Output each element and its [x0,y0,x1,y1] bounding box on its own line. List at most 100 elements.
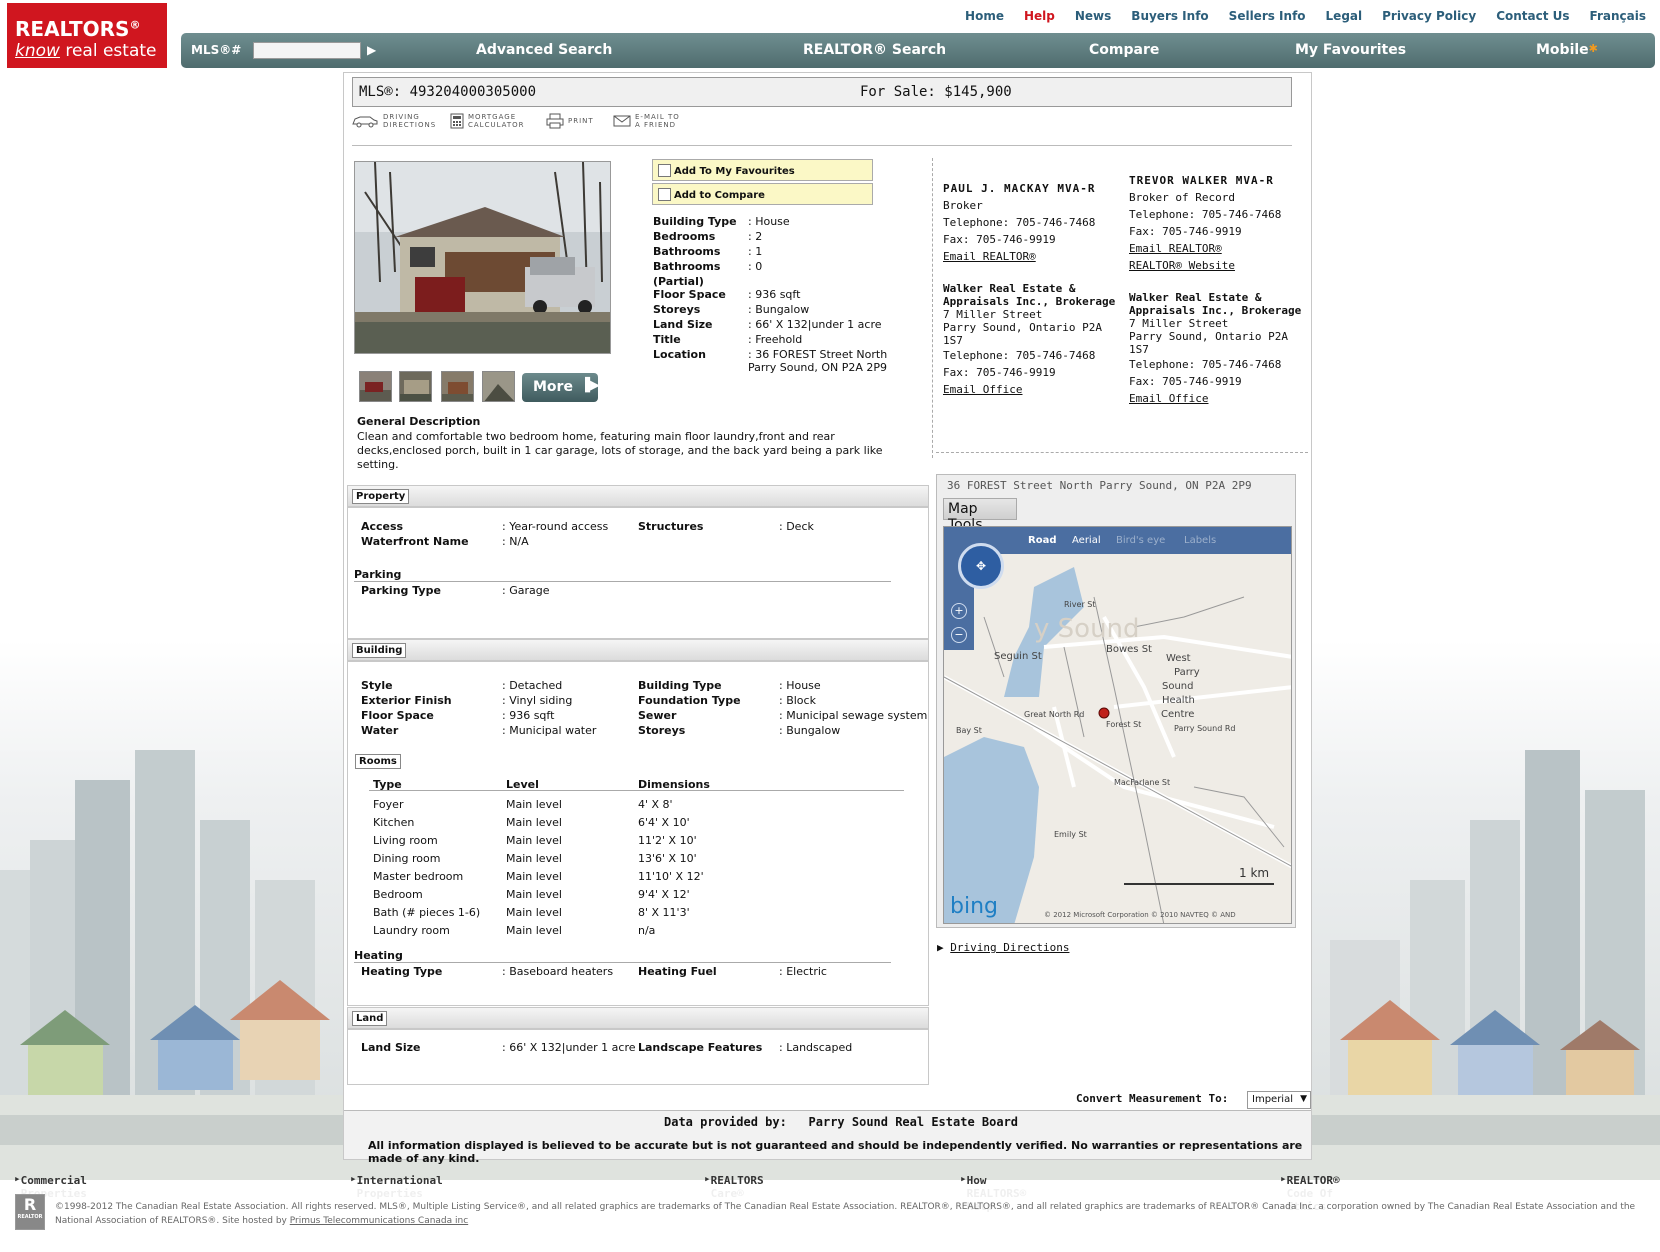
email-office-link[interactable]: Email Office [1129,392,1208,405]
building-key: Sewer [638,709,677,722]
nav-privacy-policy-link[interactable]: Privacy Policy [1382,9,1476,23]
footer-link[interactable]: ▸ International Properties [350,1172,443,1200]
main-navigation-bar: MLS®# ▶ Advanced Search REALTOR® Search … [181,33,1655,68]
realtors-logo[interactable]: REALTORS® know real estate [7,3,167,68]
photo-thumbnail[interactable] [441,371,474,402]
nav-help-link[interactable]: Help [1024,9,1055,23]
map-mode-road[interactable]: Road [1028,535,1056,546]
map-canvas[interactable]: y Sound Seguin St Bowes St West Parry So… [943,526,1292,924]
driving-directions-tool[interactable]: DRIVING DIRECTIONS [351,113,436,129]
zoom-out-icon[interactable]: − [951,627,967,643]
footer-link[interactable]: ▸ Commercial Properties [14,1172,87,1200]
favourites-checkbox[interactable] [658,164,671,177]
property-key: Waterfront Name [361,535,469,548]
tool-mortgage-line2: CALCULATOR [468,121,525,129]
summary-key: Bathrooms [653,245,721,258]
map-label: Centre [1161,709,1194,720]
listing-header-bar: MLS®: 493204000305000 For Sale: $145,900 [352,77,1292,107]
brokerage-address-line1: 7 Miller Street [1129,317,1229,330]
photo-thumbnail[interactable] [399,371,432,402]
brokerage-address-line2: Parry Sound, Ontario P2A [1129,330,1288,343]
room-dimensions: 6'4' X 10' [638,816,690,829]
driving-directions-link[interactable]: Driving Directions [950,941,1069,954]
room-type: Foyer [373,798,404,811]
listing-main-photo[interactable] [354,161,611,354]
footer-link[interactable]: ▸ REALTOR® Code Of Ethics [1280,1172,1340,1213]
compare-checkbox[interactable] [658,188,671,201]
map-mode-aerial[interactable]: Aerial [1072,535,1101,546]
map-label: Health [1162,695,1195,706]
nav-sellers-info-link[interactable]: Sellers Info [1229,9,1306,23]
tool-mortgage-line1: MORTGAGE [468,113,517,121]
land-section-label: Land [352,1011,388,1026]
building-value: : Detached [502,679,563,692]
mobile-nav[interactable]: Mobile✱ [1536,42,1598,58]
room-level: Main level [506,924,562,937]
parking-type-key: Parking Type [361,584,441,597]
room-level: Main level [506,798,562,811]
calculator-icon [450,113,464,129]
room-dimensions: 11'10' X 12' [638,870,704,883]
realtor-search-nav[interactable]: REALTOR® Search [803,42,946,58]
building-value: : Block [779,694,816,707]
measurement-unit-select[interactable]: Imperial ▼ [1247,1091,1311,1109]
map-widget: 36 FOREST Street North Parry Sound, ON P… [936,474,1296,928]
agent-card: TREVOR WALKER MVA-R Broker of Record Tel… [1129,172,1309,407]
brokerage-fax: Fax: 705-746-9919 [1129,375,1242,388]
room-dimensions: 11'2' X 10' [638,834,697,847]
property-key: Access [361,520,404,533]
building-section-label: Building [352,643,407,658]
photo-thumbnail[interactable] [359,371,392,402]
nav-news-link[interactable]: News [1075,9,1111,23]
building-key: Water [361,724,399,737]
summary-value: : Freehold [748,333,803,346]
realtor-website-link[interactable]: REALTOR® Website [1129,259,1235,272]
nav-buyers-info-link[interactable]: Buyers Info [1131,9,1208,23]
site-host-link[interactable]: Primus Telecommunications Canada inc [290,1216,468,1226]
nav-contact-us-link[interactable]: Contact Us [1496,9,1569,23]
agent-card: PAUL J. MACKAY MVA-R Broker Telephone: 7… [943,180,1123,398]
thumbnail-image [360,372,391,401]
map-label: Bay St [956,726,982,735]
add-to-compare-box[interactable]: Add to Compare [652,183,873,205]
brokerage-name-line1: Walker Real Estate & [1129,291,1262,304]
print-tool[interactable]: PRINT [546,113,594,129]
more-photos-label: More [533,379,573,395]
map-tools-button[interactable]: Map Tools [943,498,1017,533]
map-label: Forest St [1106,720,1141,729]
map-mode-labels[interactable]: Labels [1184,535,1216,546]
building-value: : Municipal sewage system [779,709,928,722]
mls-go-arrow-icon[interactable]: ▶ [367,43,376,57]
email-realtor-link[interactable]: Email REALTOR® [1129,242,1222,255]
building-key: Foundation Type [638,694,741,707]
email-office-link[interactable]: Email Office [943,383,1022,396]
nav-francais-link[interactable]: Français [1590,9,1646,23]
heating-type-key: Heating Type [361,965,443,978]
agent-role: Broker [943,199,983,212]
property-section-header: Property [347,485,929,507]
footer-link[interactable]: ▸ How REALTORS® Help [960,1172,1026,1213]
advanced-search-nav[interactable]: Advanced Search [476,42,612,58]
photo-thumbnail[interactable] [482,371,515,402]
footer-link[interactable]: ▸ REALTORS Care® [704,1172,764,1200]
mortgage-calculator-tool[interactable]: MORTGAGE CALCULATOR [450,113,525,129]
compare-nav[interactable]: Compare [1089,42,1159,58]
agent-telephone: Telephone: 705-746-7468 [943,216,1096,229]
email-friend-tool[interactable]: E-MAIL TO A FRIEND [613,113,680,129]
map-pan-control-icon[interactable]: ✥ [958,543,1004,589]
my-favourites-nav[interactable]: My Favourites [1295,42,1406,58]
more-photos-button[interactable]: More ▐▶ [522,373,600,402]
building-key: Storeys [638,724,686,737]
nav-home-link[interactable]: Home [965,9,1004,23]
map-mode-birds-eye[interactable]: Bird's eye [1116,535,1165,546]
add-to-favourites-box[interactable]: Add To My Favourites [652,159,873,181]
agent-name: TREVOR WALKER MVA-R [1129,174,1274,187]
convert-measurement-label: Convert Measurement To: [1076,1092,1229,1105]
zoom-in-icon[interactable]: + [951,603,967,619]
map-label: River St [1064,600,1095,609]
room-level: Main level [506,888,562,901]
nav-legal-link[interactable]: Legal [1326,9,1363,23]
mls-number-input[interactable] [253,42,361,59]
email-realtor-link[interactable]: Email REALTOR® [943,250,1036,263]
general-description-text: Clean and comfortable two bedroom home, … [357,430,883,471]
